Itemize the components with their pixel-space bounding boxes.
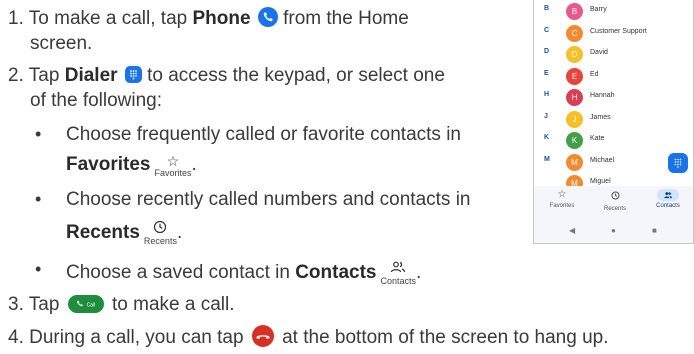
bullet: • (35, 189, 42, 209)
section-letter: H (544, 91, 550, 98)
section-letter: M (544, 155, 550, 163)
back-icon[interactable]: ◀ (569, 226, 575, 236)
contact-row[interactable]: B B Barry (534, 1, 693, 23)
recents-tab-icon: Recents (144, 220, 177, 247)
contact-row[interactable]: H H Hannah (534, 87, 693, 109)
contact-row[interactable]: D D David (534, 44, 693, 66)
dialer-label: Dialer (64, 65, 118, 86)
contact-row[interactable]: K K Kate (534, 130, 693, 152)
phone-screenshot: B B Barry C C Customer Support D D David E E Ed H H Ha… (533, 0, 694, 244)
contact-name: James (590, 113, 611, 121)
bullet-1-continued: Favorites ☆ Favorites . (66, 153, 197, 178)
avatar: J (566, 110, 583, 128)
bottom-tab-bar: ☆ Favorites Recents Contacts (534, 186, 693, 218)
step-2-continued: of the following: (30, 90, 163, 111)
tab-contacts[interactable]: Contacts (643, 188, 693, 211)
contact-name: Miguel (590, 178, 611, 185)
contact-name: Hannah (590, 92, 615, 99)
favorites-tab-icon: ☆ Favorites (154, 153, 192, 178)
section-letter: E (544, 69, 549, 77)
star-icon: ☆ (166, 153, 180, 169)
call-pill-label: Call (86, 303, 95, 309)
section-letter: C (544, 26, 550, 34)
contact-name: Ed (590, 70, 599, 78)
dialpad-fab[interactable] (668, 153, 688, 173)
bullet: • (35, 259, 42, 279)
tab-favorites[interactable]: ☆ Favorites (537, 188, 587, 211)
call-button-icon: Call (67, 295, 104, 313)
home-icon[interactable]: ● (611, 226, 616, 236)
dialpad-icon (124, 66, 142, 83)
recents-label: Recents (66, 222, 140, 243)
people-icon (657, 189, 679, 201)
step-1-continued: screen. (30, 33, 93, 54)
bullet: • (35, 124, 42, 144)
step-4: 4. During a call, you can tap at the bot… (8, 325, 609, 348)
step-number: 3. (8, 294, 24, 315)
contact-name: Michael (590, 156, 615, 164)
contact-name: Barry (590, 6, 607, 13)
avatar: K (566, 132, 583, 149)
contact-name: Kate (590, 135, 605, 142)
contact-row[interactable]: E E Ed (534, 66, 693, 88)
section-letter: D (544, 48, 550, 55)
system-nav-bar: ◀ ● ■ (534, 218, 693, 243)
bullet-2-continued: Recents Recents . (66, 220, 183, 247)
section-letter: J (544, 112, 548, 120)
step-3: 3. Tap Call to make a call. (8, 294, 235, 315)
avatar: H (566, 89, 583, 106)
contacts-label: Contacts (295, 262, 377, 283)
step-2: 2. Tap Dialer to access the keypad, or s… (8, 65, 445, 86)
bullet-3-text: Choose a saved contact in Contacts Conta… (66, 260, 422, 287)
step-1: 1. To make a call, tap Phone from the Ho… (8, 7, 409, 29)
contacts-tab-icon: Contacts (381, 260, 416, 287)
star-icon: ☆ (557, 189, 567, 200)
section-letter: B (544, 5, 550, 12)
phone-label: Phone (192, 8, 251, 29)
people-icon (390, 260, 406, 276)
step-number: 4. (8, 327, 24, 348)
hang-up-icon (251, 325, 274, 347)
avatar: B (566, 3, 583, 20)
step-text: To make a call, tap (28, 8, 193, 29)
bullet-2-text: Choose recently called numbers and conta… (66, 189, 471, 210)
avatar: D (566, 46, 583, 63)
avatar: E (566, 67, 583, 85)
contact-row[interactable]: C C Customer Support (534, 23, 693, 45)
tab-recents[interactable]: Recents (590, 188, 640, 214)
bullet-1-text: Choose frequently called or favorite con… (66, 124, 461, 145)
clock-icon (590, 188, 640, 205)
contact-row[interactable]: J J James (534, 109, 693, 131)
recent-apps-icon[interactable]: ■ (652, 226, 657, 236)
contact-name: Customer Support (590, 27, 647, 35)
contact-name: David (590, 49, 608, 56)
phone-icon (257, 7, 278, 27)
section-letter: K (544, 134, 550, 141)
avatar: M (566, 153, 583, 171)
step-number: 1. (8, 8, 24, 29)
favorites-label: Favorites (66, 154, 151, 175)
step-number: 2. (8, 65, 24, 86)
clock-icon (153, 220, 167, 236)
avatar: C (566, 24, 583, 42)
